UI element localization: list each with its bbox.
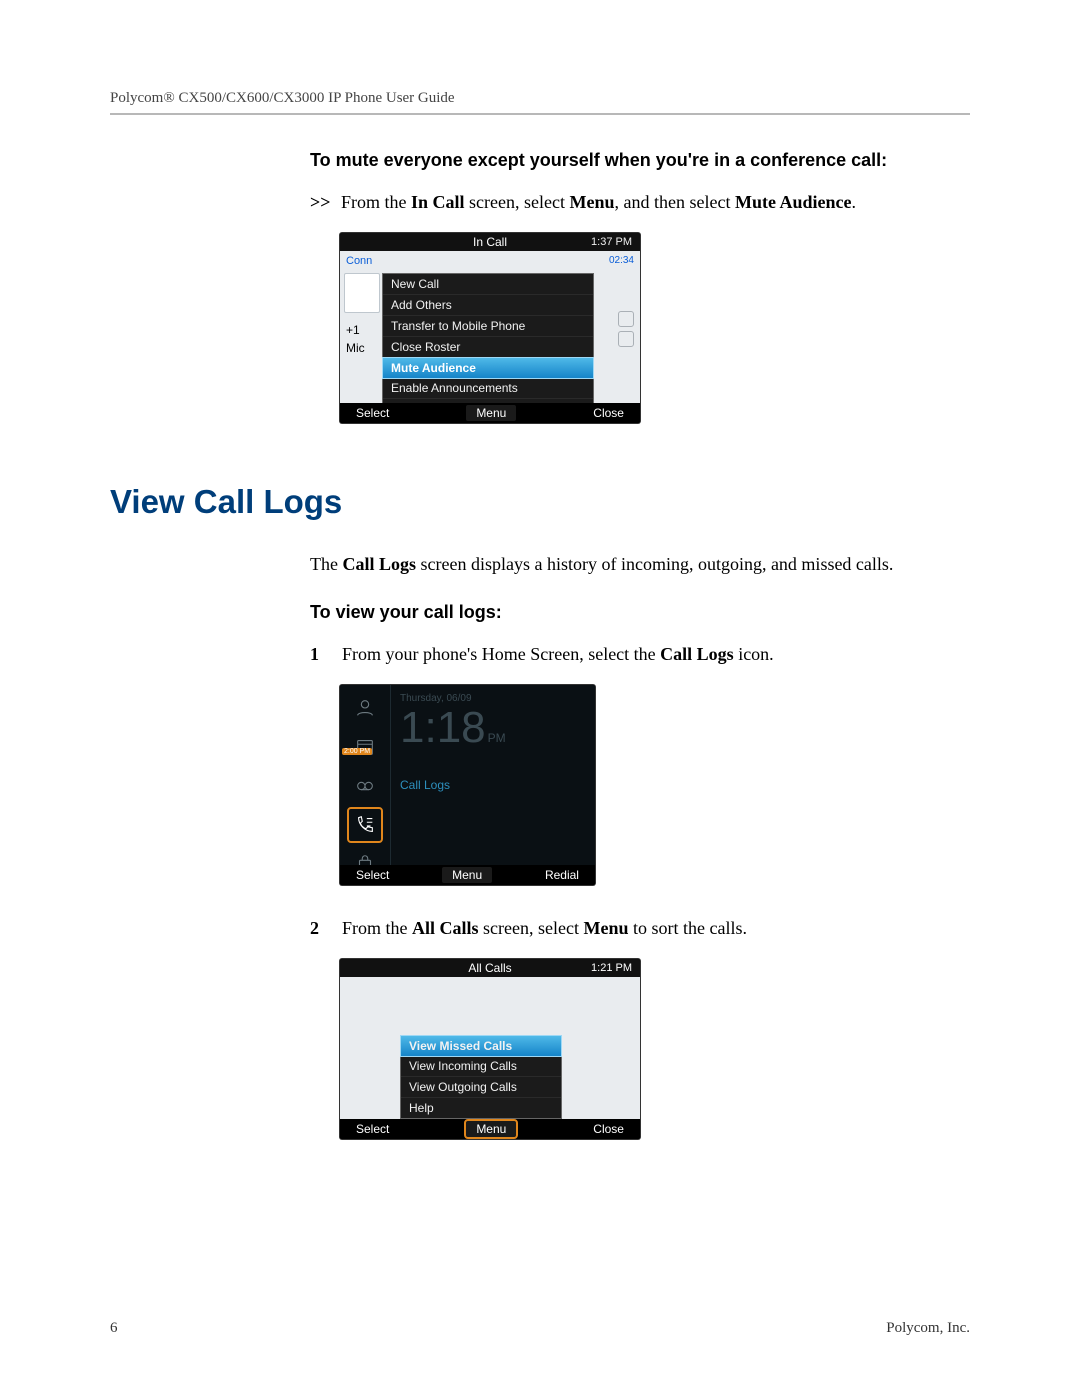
softkey-bar: Select Menu Close	[340, 1119, 640, 1139]
menu-item-closeroster[interactable]: Close Roster	[383, 337, 593, 358]
intro-bold: Call Logs	[342, 554, 416, 574]
calllogs-label: Call Logs	[400, 778, 585, 792]
softkey-bar: Select Menu Redial	[340, 865, 595, 885]
step-bold-mute: Mute Audience	[735, 192, 852, 212]
intro-text: The	[310, 554, 342, 574]
menu-item-incoming[interactable]: View Incoming Calls	[401, 1056, 561, 1077]
intro-text: screen displays a history of incoming, o…	[416, 554, 893, 574]
step-text: .	[851, 192, 856, 212]
phone-time: 1:21 PM	[591, 962, 632, 974]
time-chip: 2:00 PM	[342, 748, 372, 755]
phone-header: In Call 1:37 PM	[340, 233, 640, 251]
phone-home: 2:00 PM Thursday, 06/09 1:18PM Call Logs…	[340, 685, 595, 885]
menu-item-addothers[interactable]: Add Others	[383, 295, 593, 316]
menu-item-help[interactable]: Help	[401, 1098, 561, 1118]
sidebar: 2:00 PM	[340, 685, 391, 865]
menu-item-transfer[interactable]: Transfer to Mobile Phone	[383, 316, 593, 337]
softkey-close[interactable]: Close	[593, 406, 624, 420]
page-number: 6	[110, 1320, 118, 1337]
calendar-icon[interactable]	[349, 731, 381, 763]
phone-title: In Call	[473, 235, 507, 249]
softkey-redial[interactable]: Redial	[545, 868, 579, 882]
phone-incall: In Call 1:37 PM Conn 02:34 +1 Mic New Ca…	[340, 233, 640, 423]
phone-title: All Calls	[468, 961, 511, 975]
section-title: View Call Logs	[110, 483, 970, 521]
softkey-bar: Select Menu Close	[340, 403, 640, 423]
phone-icon	[618, 331, 634, 347]
menu-item-muteaudience[interactable]: Mute Audience	[382, 357, 594, 379]
step-number: 1	[310, 641, 324, 667]
softkey-menu[interactable]: Menu	[466, 1121, 516, 1137]
plus-label: +1	[346, 323, 360, 337]
step-text: , and then select	[615, 192, 735, 212]
context-menu: View Missed Calls View Incoming Calls Vi…	[400, 1035, 562, 1119]
avatar-icon	[344, 273, 380, 313]
clock-time: 1:18	[400, 703, 486, 752]
step-1: 1 From your phone's Home Screen, select …	[310, 641, 970, 667]
menu-item-missed[interactable]: View Missed Calls	[400, 1035, 562, 1057]
clock-pm: PM	[488, 731, 506, 745]
phone-header: All Calls 1:21 PM	[340, 959, 640, 977]
running-header: Polycom® CX500/CX600/CX3000 IP Phone Use…	[110, 90, 970, 115]
step-body: From your phone's Home Screen, select th…	[342, 641, 774, 667]
figure-home: 2:00 PM Thursday, 06/09 1:18PM Call Logs…	[340, 685, 970, 885]
task-viewlogs-heading: To view your call logs:	[310, 602, 970, 623]
menu-item-newcall[interactable]: New Call	[383, 274, 593, 295]
intro-paragraph: The Call Logs screen displays a history …	[310, 551, 970, 577]
softkey-select[interactable]: Select	[356, 868, 389, 882]
context-menu: New Call Add Others Transfer to Mobile P…	[382, 273, 594, 420]
step-bold-menu: Menu	[583, 918, 628, 938]
clock: 1:18PM	[400, 706, 585, 750]
mic-label: Mic	[346, 341, 365, 355]
step-text: From your phone's Home Screen, select th…	[342, 644, 660, 664]
step-2: 2 From the All Calls screen, select Menu…	[310, 915, 970, 941]
company-name: Polycom, Inc.	[886, 1320, 970, 1337]
step-text: screen, select	[479, 918, 584, 938]
phone-icon	[618, 311, 634, 327]
figure-incall: In Call 1:37 PM Conn 02:34 +1 Mic New Ca…	[340, 233, 970, 423]
step-bold-menu: Menu	[570, 192, 615, 212]
phone-body: 2:00 PM Thursday, 06/09 1:18PM Call Logs	[340, 685, 595, 865]
step-text: screen, select	[465, 192, 570, 212]
voicemail-icon[interactable]	[349, 770, 381, 802]
menu-item-enableann[interactable]: Enable Announcements	[383, 378, 593, 399]
contacts-icon[interactable]	[349, 692, 381, 724]
call-duration: 02:34	[609, 255, 634, 266]
step-bold-calllogs: Call Logs	[660, 644, 734, 664]
step-text: From the	[342, 918, 412, 938]
step-bold-incall: In Call	[411, 192, 465, 212]
softkey-select[interactable]: Select	[356, 1122, 389, 1136]
step-bold-allcalls: All Calls	[412, 918, 479, 938]
step-lead: >>	[310, 192, 331, 212]
step-mute: >> From the In Call screen, select Menu,…	[310, 189, 970, 215]
page-footer: 6 Polycom, Inc.	[110, 1320, 970, 1337]
conn-label: Conn	[346, 255, 372, 267]
step-text: icon.	[734, 644, 774, 664]
step-number: 2	[310, 915, 324, 941]
step-text: From the	[341, 192, 411, 212]
softkey-select[interactable]: Select	[356, 406, 389, 420]
step-body: From the All Calls screen, select Menu t…	[342, 915, 747, 941]
softkey-close[interactable]: Close	[593, 1122, 624, 1136]
calllogs-icon[interactable]	[349, 809, 381, 841]
main-area: Thursday, 06/09 1:18PM Call Logs	[390, 685, 595, 865]
task-mute-heading: To mute everyone except yourself when yo…	[310, 150, 970, 171]
phone-allcalls: All Calls 1:21 PM View Missed Calls View…	[340, 959, 640, 1139]
softkey-menu[interactable]: Menu	[442, 867, 492, 883]
softkey-menu[interactable]: Menu	[466, 405, 516, 421]
phone-body: View Missed Calls View Incoming Calls Vi…	[340, 977, 640, 1119]
figure-allcalls: All Calls 1:21 PM View Missed Calls View…	[340, 959, 970, 1139]
menu-item-outgoing[interactable]: View Outgoing Calls	[401, 1077, 561, 1098]
step-text: to sort the calls.	[628, 918, 746, 938]
phone-body: Conn 02:34 +1 Mic New Call Add Others Tr…	[340, 251, 640, 403]
phone-time: 1:37 PM	[591, 236, 632, 248]
